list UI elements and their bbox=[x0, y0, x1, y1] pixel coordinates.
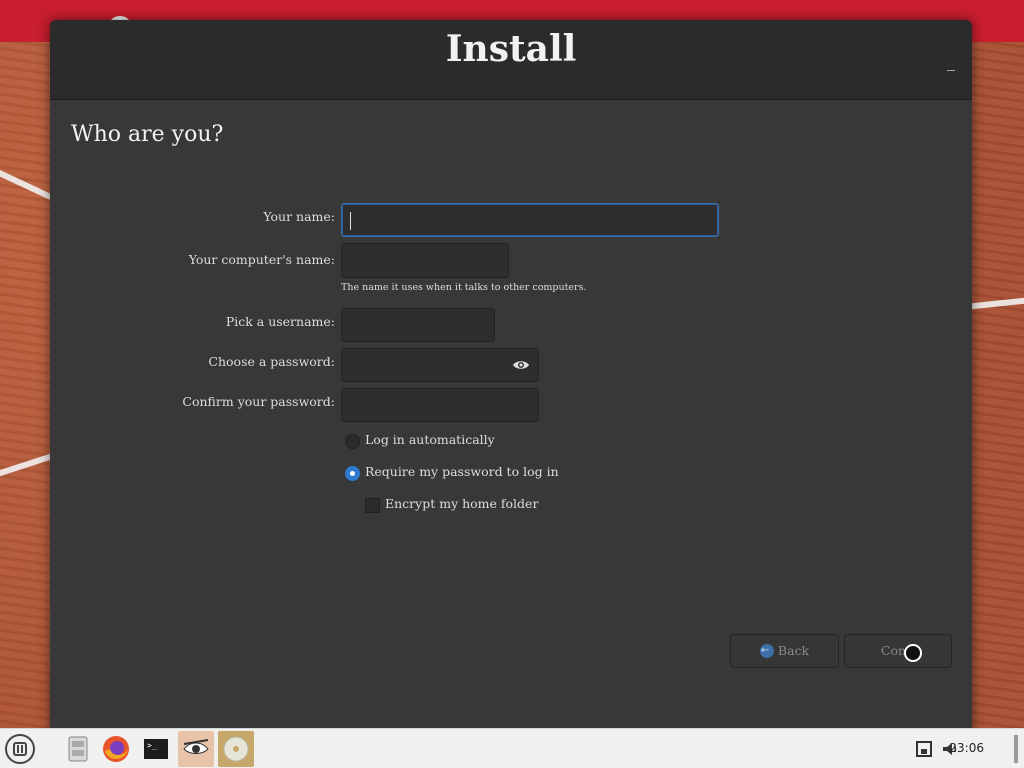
clock[interactable]: 23:06 bbox=[949, 741, 984, 755]
mouse-cursor-icon bbox=[904, 644, 922, 662]
text-caret bbox=[350, 212, 351, 230]
name-label: Your name: bbox=[263, 209, 335, 224]
network-icon[interactable] bbox=[914, 739, 934, 759]
back-arrow-icon bbox=[759, 635, 774, 666]
disc-taskbar-button[interactable] bbox=[218, 731, 254, 767]
firefox-icon[interactable] bbox=[100, 733, 132, 765]
back-button-label: Back bbox=[777, 643, 810, 658]
login-automatically-radio[interactable] bbox=[345, 434, 360, 449]
page-heading: Who are you? bbox=[71, 122, 224, 147]
encrypt-home-checkbox[interactable] bbox=[365, 498, 380, 513]
name-field[interactable] bbox=[341, 203, 719, 237]
installer-window: Install _ Who are you? Your name: Your c… bbox=[50, 20, 972, 736]
taskbar: >_ 23:06 bbox=[0, 728, 1024, 768]
menu-icon[interactable] bbox=[4, 733, 36, 765]
require-password-label[interactable]: Require my password to log in bbox=[365, 464, 559, 479]
window-title: Install bbox=[445, 28, 577, 70]
disc-icon bbox=[223, 736, 249, 762]
require-password-radio[interactable] bbox=[345, 466, 360, 481]
continue-button[interactable]: Conti bbox=[844, 634, 952, 668]
window-titlebar[interactable]: Install _ bbox=[50, 20, 972, 100]
computer-name-hint: The name it uses when it talks to other … bbox=[341, 282, 587, 293]
back-button[interactable]: Back bbox=[730, 634, 839, 668]
confirm-password-label: Confirm your password: bbox=[182, 394, 335, 409]
login-automatically-label[interactable]: Log in automatically bbox=[365, 432, 495, 447]
file-manager-icon[interactable] bbox=[62, 733, 94, 765]
computer-name-label: Your computer's name: bbox=[188, 252, 335, 267]
installer-icon bbox=[183, 739, 209, 754]
show-desktop-button[interactable] bbox=[1014, 735, 1018, 763]
password-label: Choose a password: bbox=[208, 354, 335, 369]
show-password-eye-icon[interactable] bbox=[512, 357, 530, 373]
terminal-icon[interactable]: >_ bbox=[140, 733, 172, 765]
password-field[interactable] bbox=[341, 348, 539, 382]
wallpaper-court-line bbox=[967, 296, 1024, 310]
encrypt-home-label[interactable]: Encrypt my home folder bbox=[385, 496, 538, 511]
minimize-button[interactable]: _ bbox=[944, 54, 958, 70]
computer-name-field[interactable] bbox=[341, 243, 509, 278]
svg-text:>_: >_ bbox=[147, 741, 157, 750]
username-label: Pick a username: bbox=[225, 314, 335, 329]
installer-taskbar-button[interactable] bbox=[178, 731, 214, 767]
username-field[interactable] bbox=[341, 308, 495, 342]
confirm-password-field[interactable] bbox=[341, 388, 539, 422]
